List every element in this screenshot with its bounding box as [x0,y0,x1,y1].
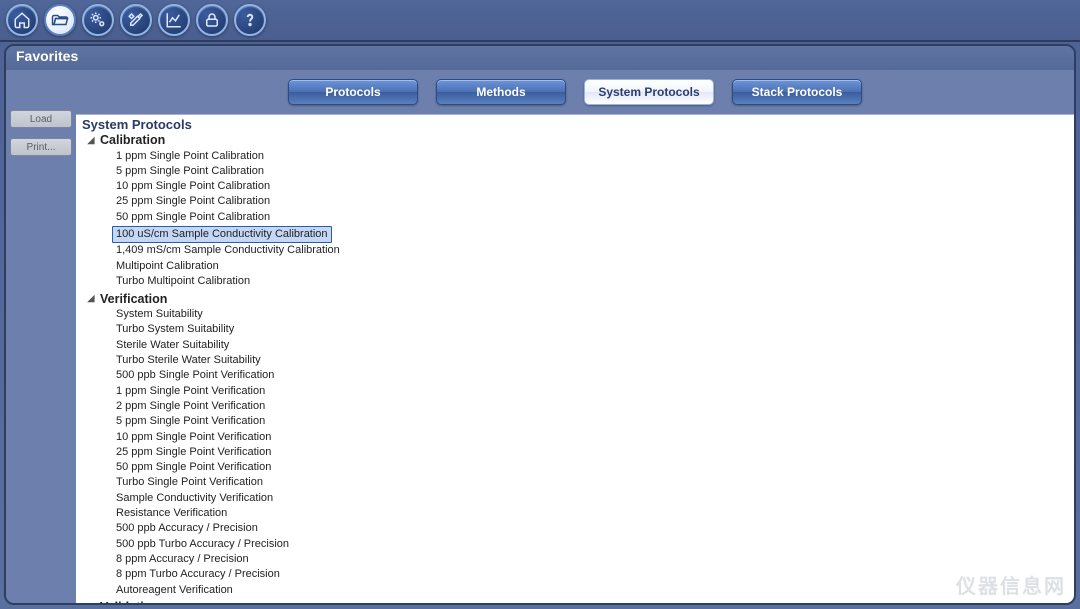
tree-item[interactable]: 5 ppm Single Point Calibration [112,163,1074,178]
tree-item[interactable]: 5 ppm Single Point Verification [112,414,1074,429]
group-items: 1 ppm Single Point Calibration5 ppm Sing… [112,148,1074,289]
tree-item[interactable]: 500 ppb Single Point Verification [112,368,1074,383]
tree-item[interactable]: 2 ppm Single Point Verification [112,398,1074,413]
tree-item[interactable]: Multipoint Calibration [112,258,1074,273]
tree-item[interactable]: 50 ppm Single Point Verification [112,460,1074,475]
tree-item[interactable]: System Suitability [112,307,1074,322]
chevron-down-icon: ◢ [86,135,96,146]
tree-item[interactable]: Autoreagent Verification [112,582,1074,597]
tree-item[interactable]: Turbo Single Point Verification [112,475,1074,490]
group-header-verification[interactable]: ◢ Verification [86,291,1074,307]
chevron-down-icon: ◢ [86,602,96,603]
print-button[interactable]: Print... [10,138,72,156]
folder-open-icon[interactable] [44,4,76,36]
tree-item[interactable]: 25 ppm Single Point Verification [112,444,1074,459]
protocol-tree-panel: System Protocols ◢Calibration1 ppm Singl… [76,114,1074,603]
tree-item[interactable]: Turbo Multipoint Calibration [112,273,1074,288]
chart-icon[interactable] [158,4,190,36]
content-column: Protocols Methods System Protocols Stack Pr… [76,70,1074,603]
tab-strip: Protocols Methods System Protocols Stack Pr… [76,70,1074,114]
tree-item[interactable]: 10 ppm Single Point Calibration [112,179,1074,194]
tree-item[interactable]: Turbo Sterile Water Suitability [112,353,1074,368]
tree-item[interactable]: Sterile Water Suitability [112,337,1074,352]
main-panel: Favorites Load Print... Protocols Methods… [4,44,1076,605]
tree-item[interactable]: Turbo System Suitability [112,322,1074,337]
tree-item[interactable]: 1 ppm Single Point Verification [112,383,1074,398]
tree-item[interactable]: 8 ppm Accuracy / Precision [112,551,1074,566]
tree-item[interactable]: 50 ppm Single Point Calibration [112,209,1074,224]
main-toolbar [0,0,1080,42]
group-items: System SuitabilityTurbo System Suitabili… [112,307,1074,598]
tab-stack-protocols[interactable]: Stack Protocols [732,79,862,105]
lock-icon[interactable] [196,4,228,36]
group-header-validation[interactable]: ◢ Validation [86,599,1074,603]
tree-title: System Protocols [76,115,1074,132]
tab-system-protocols[interactable]: System Protocols [584,79,714,105]
group-label: Calibration [100,133,165,147]
panel-body: Load Print... Protocols Methods System Pro… [6,70,1074,603]
chevron-down-icon: ◢ [86,293,96,304]
tree-item[interactable]: 500 ppb Accuracy / Precision [112,521,1074,536]
tree-item[interactable]: 500 ppb Turbo Accuracy / Precision [112,536,1074,551]
group-header-calibration[interactable]: ◢ Calibration [86,132,1074,148]
app-root: Favorites Load Print... Protocols Methods… [0,0,1080,609]
tree-item[interactable]: 8 ppm Turbo Accuracy / Precision [112,567,1074,582]
tree-item[interactable]: 25 ppm Single Point Calibration [112,194,1074,209]
tab-methods[interactable]: Methods [436,79,566,105]
home-icon[interactable] [6,4,38,36]
tree-group-calibration: ◢ Calibration1 ppm Single Point Calibrati… [86,132,1074,289]
tree-item[interactable]: 1 ppm Single Point Calibration [112,148,1074,163]
tree-group-validation: ◢ValidationRobustnessTurbo RobustnessSpe… [86,599,1074,603]
tree-item[interactable]: 100 uS/cm Sample Conductivity Calibratio… [112,226,332,242]
tree-item[interactable]: 10 ppm Single Point Verification [112,429,1074,444]
tree-item[interactable]: Sample Conductivity Verification [112,490,1074,505]
gears-icon[interactable] [82,4,114,36]
tree-root: ◢ Calibration1 ppm Single Point Calibrati… [76,132,1074,603]
help-icon[interactable] [234,4,266,36]
tree-group-verification: ◢ VerificationSystem SuitabilityTurbo Sys… [86,291,1074,598]
tab-protocols[interactable]: Protocols [288,79,418,105]
group-label: Validation [100,600,159,603]
side-actions: Load Print... [6,70,76,603]
load-button[interactable]: Load [10,110,72,128]
tree-item[interactable]: 1,409 mS/cm Sample Conductivity Calibrat… [112,243,1074,258]
tree-item[interactable]: Resistance Verification [112,506,1074,521]
panel-title: Favorites [6,46,1074,70]
group-label: Verification [100,292,167,306]
tools-icon[interactable] [120,4,152,36]
